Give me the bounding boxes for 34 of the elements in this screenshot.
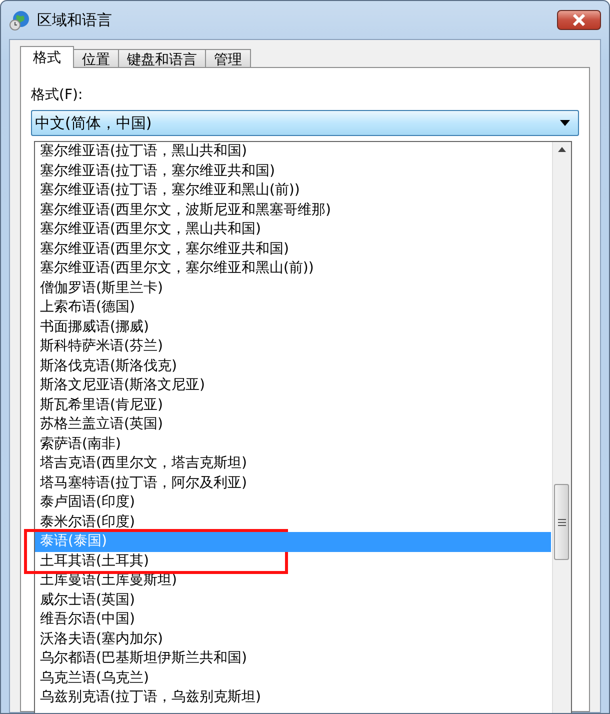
dropdown-item[interactable]: 苏格兰盖立语(英国) bbox=[35, 415, 552, 434]
dropdown-item[interactable]: 塞尔维亚语(西里尔文，黑山共和国) bbox=[35, 220, 552, 240]
dropdown-item[interactable]: 塞尔维亚语(拉丁语，黑山共和国) bbox=[35, 142, 552, 162]
dropdown-item[interactable]: 乌克兰语(乌克兰) bbox=[35, 668, 552, 688]
dropdown-item[interactable]: 塔吉克语(西里尔文，塔吉克斯坦) bbox=[35, 454, 552, 474]
dropdown-item[interactable]: 塞尔维亚语(拉丁语，塞尔维亚共和国) bbox=[35, 162, 552, 181]
tab[interactable]: 位置 bbox=[73, 49, 119, 68]
dropdown-item[interactable]: 塔马塞特语(拉丁语，阿尔及利亚) bbox=[35, 474, 552, 493]
tab[interactable]: 管理 bbox=[205, 49, 251, 68]
dropdown-item[interactable]: 塞尔维亚语(西里尔文，波斯尼亚和黑塞哥维那) bbox=[35, 200, 552, 220]
dropdown-item[interactable]: 斯洛文尼亚语(斯洛文尼亚) bbox=[35, 376, 552, 396]
window-title: 区域和语言 bbox=[37, 10, 112, 30]
format-dropdown[interactable]: 中文(简体，中国) bbox=[31, 110, 579, 136]
dropdown-item[interactable]: 僧伽罗语(斯里兰卡) bbox=[35, 278, 552, 298]
dropdown-item[interactable]: 威尔士语(英国) bbox=[35, 590, 552, 610]
tab[interactable]: 键盘和语言 bbox=[118, 49, 206, 68]
dropdown-item[interactable]: 斯科特萨米语(芬兰) bbox=[35, 337, 552, 356]
dropdown-item[interactable]: 塞尔维亚语(西里尔文，塞尔维亚和黑山(前)) bbox=[35, 259, 552, 278]
dropdown-item[interactable]: 上索布语(德国) bbox=[35, 298, 552, 318]
dropdown-item[interactable]: 书面挪威语(挪威) bbox=[35, 318, 552, 337]
dropdown-item[interactable]: 塞尔维亚语(拉丁语，塞尔维亚和黑山(前)) bbox=[35, 181, 552, 200]
dropdown-item[interactable]: 索萨语(南非) bbox=[35, 434, 552, 454]
dropdown-item[interactable]: 泰米尔语(印度) bbox=[35, 512, 552, 532]
dropdown-item[interactable]: 泰卢固语(印度) bbox=[35, 493, 552, 512]
tab[interactable]: 格式 bbox=[20, 46, 74, 68]
dropdown-item[interactable]: 塞尔维亚语(西里尔文，塞尔维亚共和国) bbox=[35, 240, 552, 259]
dropdown-item[interactable]: 乌尔都语(巴基斯坦伊斯兰共和国) bbox=[35, 649, 552, 668]
dropdown-item[interactable]: 土耳其语(土耳其) bbox=[35, 552, 551, 571]
format-label: 格式(F): bbox=[31, 86, 84, 104]
dropdown-item[interactable]: 沃洛夫语(塞内加尔) bbox=[35, 630, 552, 649]
dropdown-item[interactable]: 维吾尔语(中国) bbox=[35, 610, 552, 630]
dropdown-item[interactable]: 斯瓦希里语(肯尼亚) bbox=[35, 396, 552, 415]
dropdown-item[interactable]: 乌兹别克语(拉丁语，乌兹别克斯坦) bbox=[35, 688, 552, 708]
dropdown-item[interactable]: 斯洛伐克语(斯洛伐克) bbox=[35, 356, 552, 376]
